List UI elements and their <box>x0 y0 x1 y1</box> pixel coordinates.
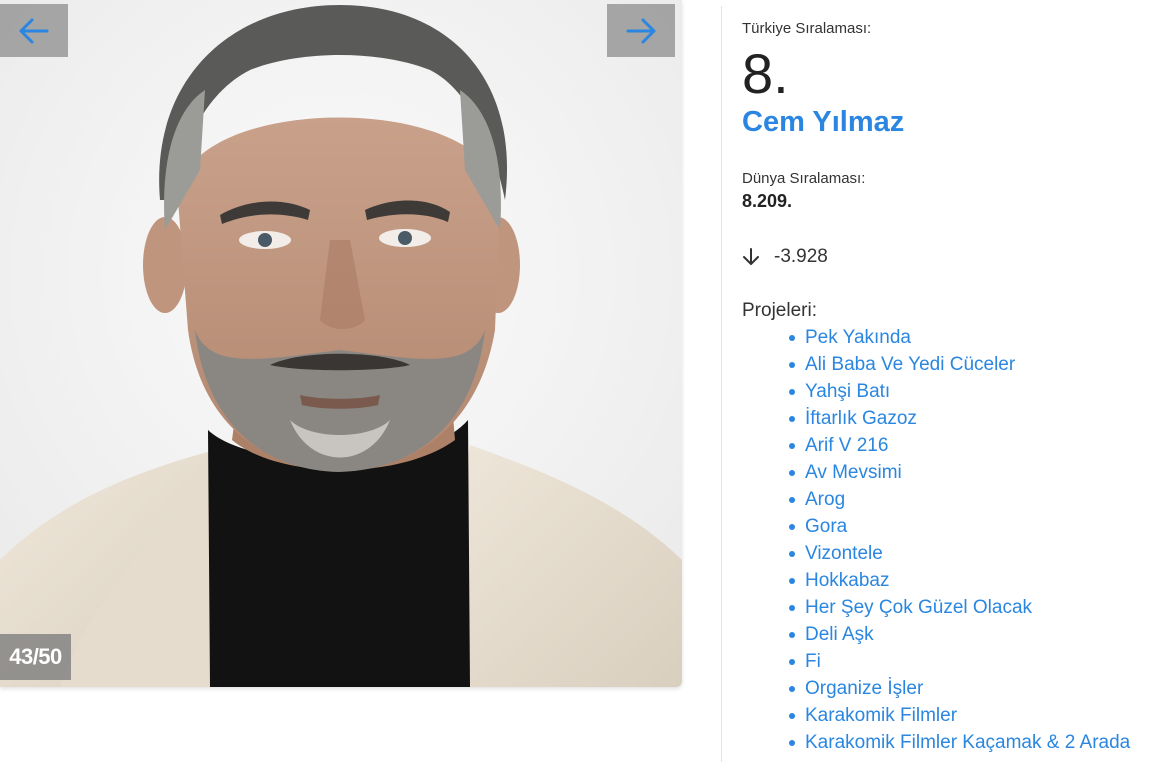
project-link[interactable]: Fi <box>805 651 821 672</box>
project-link[interactable]: İftarlık Gazoz <box>805 408 917 429</box>
arrow-right-icon <box>626 18 656 43</box>
vertical-divider <box>721 6 722 762</box>
project-link[interactable]: Deli Aşk <box>805 624 874 645</box>
list-item: Gora <box>788 515 1130 542</box>
list-item: Hokkabaz <box>788 569 1130 596</box>
arrow-left-icon <box>19 18 49 43</box>
list-item: İftarlık Gazoz <box>788 407 1130 434</box>
photo-counter: 43/50 <box>0 634 71 680</box>
list-item: Pek Yakında <box>788 326 1130 353</box>
project-link[interactable]: Av Mevsimi <box>805 462 902 483</box>
project-link[interactable]: Karakomik Filmler <box>805 705 957 726</box>
rank-change-value: -3.928 <box>774 246 828 267</box>
project-link[interactable]: Arog <box>805 489 845 510</box>
previous-photo-button[interactable] <box>0 4 68 57</box>
rank-change: -3.928 <box>742 246 828 268</box>
project-link[interactable]: Hokkabaz <box>805 570 890 591</box>
turkey-rank-label: Türkiye Sıralaması: <box>742 20 872 37</box>
project-link[interactable]: Ali Baba Ve Yedi Cüceler <box>805 354 1015 375</box>
project-link[interactable]: Her Şey Çok Güzel Olacak <box>805 597 1032 618</box>
projects-label: Projeleri: <box>742 300 817 321</box>
list-item: Fi <box>788 650 1130 677</box>
list-item: Deli Aşk <box>788 623 1130 650</box>
list-item: Her Şey Çok Güzel Olacak <box>788 596 1130 623</box>
project-link[interactable]: Karakomik Filmler Kaçamak & 2 Arada <box>805 732 1130 753</box>
world-rank-label: Dünya Sıralaması: <box>742 170 866 187</box>
list-item: Karakomik Filmler Kaçamak & 2 Arada <box>788 731 1130 758</box>
project-link[interactable]: Yahşi Batı <box>805 381 890 402</box>
project-link[interactable]: Vizontele <box>805 543 883 564</box>
person-photo-card: 43/50 <box>0 0 682 687</box>
list-item: Organize İşler <box>788 677 1130 704</box>
list-item: Vizontele <box>788 542 1130 569</box>
projects-list: Pek Yakında Ali Baba Ve Yedi Cüceler Yah… <box>788 326 1130 758</box>
list-item: Arog <box>788 488 1130 515</box>
next-photo-button[interactable] <box>607 4 675 57</box>
list-item: Yahşi Batı <box>788 380 1130 407</box>
project-link[interactable]: Arif V 216 <box>805 435 888 456</box>
turkey-rank-value: 8. <box>742 42 789 105</box>
person-portrait-image <box>0 0 682 687</box>
list-item: Arif V 216 <box>788 434 1130 461</box>
person-name[interactable]: Cem Yılmaz <box>742 106 904 139</box>
world-rank-value: 8.209. <box>742 191 793 211</box>
list-item: Av Mevsimi <box>788 461 1130 488</box>
list-item: Ali Baba Ve Yedi Cüceler <box>788 353 1130 380</box>
arrow-down-icon <box>743 248 759 265</box>
project-link[interactable]: Pek Yakında <box>805 327 911 348</box>
list-item: Karakomik Filmler <box>788 704 1130 731</box>
project-link[interactable]: Gora <box>805 516 847 537</box>
project-link[interactable]: Organize İşler <box>805 678 923 699</box>
